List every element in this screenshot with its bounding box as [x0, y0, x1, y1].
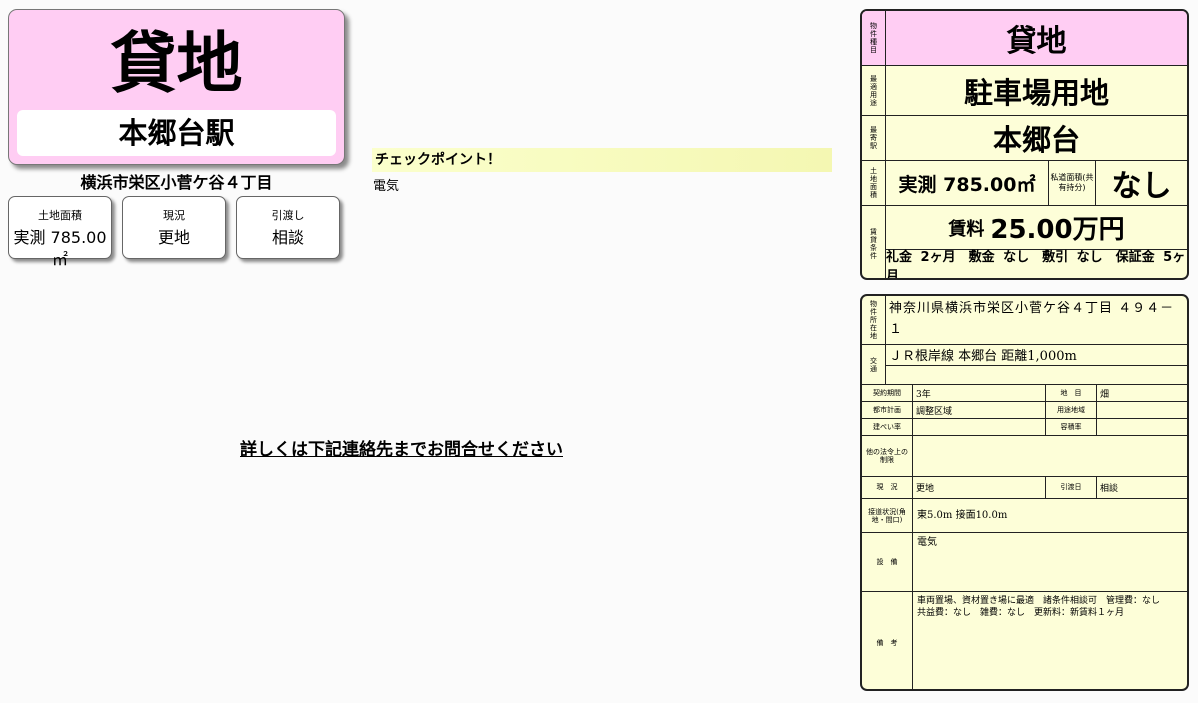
- detail-row-transport: 交通 ＪＲ根岸線 本郷台 距離1,000m: [862, 345, 1187, 385]
- detail-row-coverage: 建ぺい率 容積率: [862, 419, 1187, 436]
- current-value: 更地: [913, 477, 1046, 498]
- property-address: 横浜市栄区小菅ケ谷４丁目: [80, 173, 273, 192]
- detail-row-facility: 設 備 電気: [862, 533, 1187, 592]
- zoning-value: [1097, 402, 1187, 418]
- law-label: 他の法令上の制限: [862, 436, 913, 476]
- type-label: 物件種目: [862, 11, 886, 65]
- private-road-label: 私道面積(共有持分): [1049, 161, 1096, 205]
- rent-terms-label: 賃貸条件: [862, 206, 886, 278]
- chimoku-label: 地 目: [1046, 385, 1097, 401]
- summary-row-area: 土地面積 実測 785.00㎡ 私道面積(共有持分) なし: [862, 161, 1187, 206]
- area-label: 土地面積: [862, 161, 886, 205]
- kenpei-value: [913, 419, 1046, 435]
- remarks-line-1: 車両置場、資材置き場に最適 諸条件相談可 管理費：なし: [917, 596, 1161, 606]
- rent-label: 賃料: [948, 218, 985, 240]
- youseki-value: [1097, 419, 1187, 435]
- land-area-label: 土地面積: [38, 209, 82, 222]
- rent-conditions: 礼金 2ヶ月 敷金 なし 敷引 なし 保証金 5ヶ月: [886, 250, 1186, 280]
- summary-row-type: 物件種目 貸地: [862, 11, 1187, 66]
- rent-main: 賃料 25.00万円: [886, 206, 1187, 250]
- handover-value: 相談: [271, 228, 304, 247]
- remarks-line-2: 共益費：なし 雑費：なし 更新料：新賃料１ヶ月: [917, 608, 1125, 618]
- detail-table: 物件所在地 神奈川県横浜市栄区小菅ケ谷４丁目 ４９４－１ 交通 ＪＲ根岸線 本郷…: [860, 294, 1189, 691]
- checkpoint-body: 電気: [373, 179, 400, 194]
- kenpei-label: 建ぺい率: [862, 419, 913, 435]
- summary-row-rent: 賃貸条件 賃料 25.00万円 礼金 2ヶ月 敷金 なし 敷引 なし 保証金 5…: [862, 206, 1187, 280]
- station-name: 本郷台駅: [17, 110, 336, 156]
- property-type-heading: 貸地: [110, 25, 243, 102]
- transport-divider: [886, 365, 1187, 366]
- city-plan-label: 都市計画: [862, 402, 913, 418]
- checkpoint-title: チェックポイント！: [372, 148, 832, 172]
- current-status-tile: 現況 更地: [122, 196, 226, 259]
- remarks-value: 車両置場、資材置き場に最適 諸条件相談可 管理費：なし 共益費：なし 雑費：なし…: [913, 592, 1187, 689]
- property-card: 貸地 本郷台駅: [8, 9, 345, 165]
- use-value: 駐車場用地: [963, 75, 1109, 110]
- detail-row-city-plan: 都市計画 調整区域 用途地域: [862, 402, 1187, 419]
- contact-link[interactable]: 詳しくは下記連絡先までお問合せください: [240, 438, 563, 462]
- law-value: [913, 436, 1187, 476]
- contract-label: 契約期間: [862, 385, 913, 401]
- address-value: 神奈川県横浜市栄区小菅ケ谷４丁目 ４９４－１: [889, 301, 1175, 337]
- detail-row-road: 接道状況(角地・間口) 東5.0m 接面10.0m: [862, 499, 1187, 533]
- handover-tile: 引渡し 相談: [236, 196, 340, 259]
- zoning-label: 用途地域: [1046, 402, 1097, 418]
- road-label: 接道状況(角地・間口): [862, 499, 913, 532]
- road-value: 東5.0m 接面10.0m: [917, 510, 1008, 521]
- current-label: 現 況: [862, 477, 913, 498]
- contract-value: 3年: [913, 385, 1046, 401]
- current-status-value: 更地: [157, 228, 190, 247]
- remarks-label: 備 考: [862, 592, 913, 689]
- city-plan-value: 調整区域: [913, 402, 1046, 418]
- type-value: 貸地: [1006, 24, 1067, 59]
- summary-table: 物件種目 貸地 最適用途 駐車場用地 最寄駅 本郷台 土地面積 実測 785.0…: [860, 9, 1189, 280]
- detail-row-law: 他の法令上の制限: [862, 436, 1187, 477]
- detail-row-address: 物件所在地 神奈川県横浜市栄区小菅ケ谷４丁目 ４９４－１: [862, 296, 1187, 345]
- station-value: 本郷台: [992, 123, 1080, 157]
- facility-value: 電気: [917, 537, 937, 548]
- facility-label: 設 備: [862, 533, 913, 591]
- area-value: 実測 785.00㎡: [886, 161, 1049, 205]
- transport-label: 交通: [862, 345, 886, 384]
- rent-value: 25.00万円: [990, 215, 1125, 245]
- detail-row-remarks: 備 考 車両置場、資材置き場に最適 諸条件相談可 管理費：なし 共益費：なし 雑…: [862, 592, 1187, 689]
- summary-row-station: 最寄駅 本郷台: [862, 116, 1187, 161]
- handover-date-value: 相談: [1100, 484, 1119, 494]
- detail-row-contract: 契約期間 3年 地 目 畑: [862, 385, 1187, 402]
- handover-label: 引渡し: [271, 209, 305, 222]
- handover-date-label: 引渡日: [1046, 477, 1097, 498]
- chimoku-value: 畑: [1100, 389, 1110, 400]
- station-label: 最寄駅: [862, 116, 886, 160]
- current-status-label: 現況: [163, 209, 185, 222]
- address-label: 物件所在地: [862, 296, 886, 344]
- land-area-value: 実測 785.00㎡: [13, 228, 107, 269]
- youseki-label: 容積率: [1046, 419, 1097, 435]
- land-area-tile: 土地面積 実測 785.00㎡: [8, 196, 112, 269]
- summary-row-use: 最適用途 駐車場用地: [862, 66, 1187, 116]
- private-road-value: なし: [1111, 169, 1172, 204]
- use-label: 最適用途: [862, 66, 886, 115]
- detail-row-current: 現 況 更地 引渡日 相談: [862, 477, 1187, 499]
